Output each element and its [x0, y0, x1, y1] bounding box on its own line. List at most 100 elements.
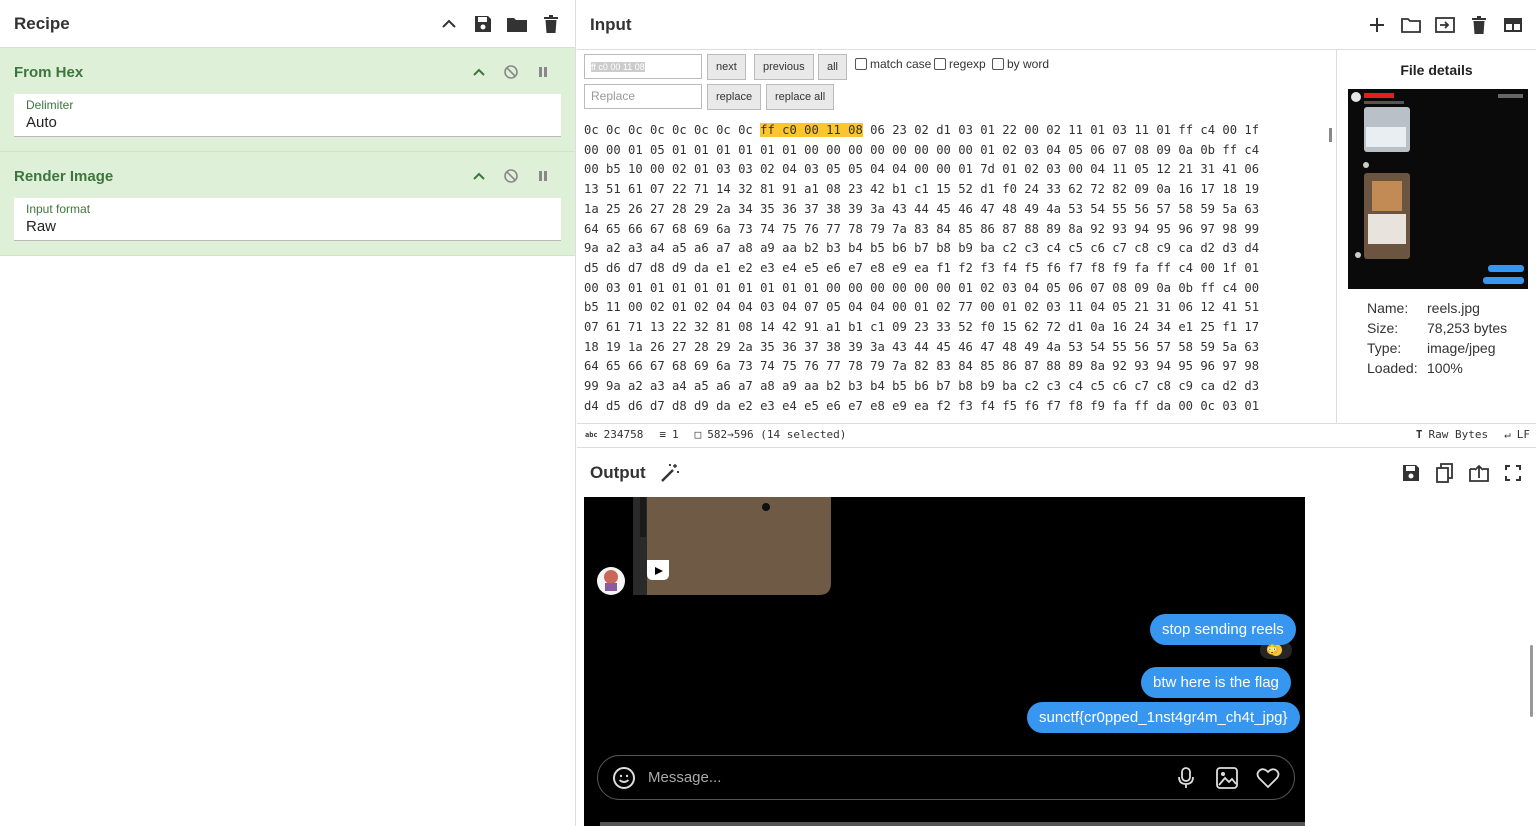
add-tab-plus-icon[interactable] — [1367, 15, 1387, 35]
cyberchef-app: Recipe From Hex Delimiter Auto Render Im… — [0, 0, 1536, 826]
input-panel: Input ff c0 00 11 08 Replace next previo… — [577, 0, 1536, 445]
selection-icon: □ — [694, 428, 702, 441]
hex-line[interactable]: 64 65 66 67 68 69 6a 73 74 75 76 77 78 7… — [584, 220, 1329, 240]
eol-selector[interactable]: LF — [1517, 428, 1530, 441]
input-format-field[interactable]: Input format Raw — [14, 198, 561, 241]
hex-line[interactable]: b5 11 00 02 01 02 04 04 03 04 07 05 04 0… — [584, 298, 1329, 318]
delimiter-label: Delimiter — [26, 98, 74, 112]
replace-input-with-output-icon[interactable] — [1469, 463, 1489, 483]
regexp-checkbox[interactable]: regexp — [934, 57, 986, 71]
file-name-row: Name: reels.jpg — [1367, 300, 1480, 316]
emoji-icon — [613, 766, 635, 789]
replace-all-button[interactable]: replace all — [766, 84, 835, 110]
hex-line[interactable]: 13 51 61 07 22 71 14 32 81 91 a1 08 23 4… — [584, 180, 1329, 200]
hex-line[interactable]: 1a 25 26 27 28 29 2a 34 35 36 37 38 39 3… — [584, 200, 1329, 220]
output-panel: Output stop sending reels btw here is th… — [577, 447, 1536, 826]
by-word-checkbox[interactable]: by word — [992, 57, 1049, 71]
operation-title: From Hex — [14, 63, 84, 81]
encoding-selector[interactable]: Raw Bytes — [1429, 428, 1489, 441]
recipe-title: Recipe — [14, 13, 70, 33]
microphone-icon — [1178, 766, 1194, 788]
lines-value: 1 — [672, 428, 679, 441]
eol-icon: ↵ — [1504, 428, 1511, 441]
length-value: 234758 — [603, 428, 644, 441]
open-folder-icon[interactable] — [1401, 15, 1421, 35]
image-icon — [1216, 766, 1238, 789]
hex-line[interactable]: d5 d6 d7 d8 d9 da e1 e2 e3 e4 e5 e6 e7 e… — [584, 259, 1329, 279]
message-composer: Message... — [597, 755, 1295, 800]
hex-line[interactable]: d4 d5 d6 d7 d8 d9 da e2 e3 e4 e5 e6 e7 e… — [584, 397, 1329, 417]
delimiter-value[interactable]: Auto — [26, 114, 549, 131]
input-title: Input — [590, 14, 632, 34]
hex-line[interactable]: 64 65 66 67 68 69 6a 73 74 75 76 77 78 7… — [584, 357, 1329, 377]
selection-value: 582→596 (14 selected) — [707, 428, 847, 441]
disable-icon[interactable] — [501, 62, 521, 82]
input-status-bar: abc 234758 ≡ 1 □ 582→596 (14 selected) T… — [577, 423, 1536, 445]
save-output-icon[interactable] — [1401, 463, 1421, 483]
next-button[interactable]: next — [707, 54, 746, 80]
hex-line[interactable]: 18 19 1a 26 27 28 29 2a 35 36 37 38 39 3… — [584, 338, 1329, 358]
rendered-image: stop sending reels btw here is the flag … — [584, 497, 1305, 826]
file-size-row: Size: 78,253 bytes — [1367, 320, 1508, 336]
heart-icon — [1256, 767, 1280, 788]
hex-line[interactable]: 07 61 71 13 22 32 81 08 14 42 91 a1 b1 c… — [584, 318, 1329, 338]
output-vertical-scrollbar[interactable] — [1530, 645, 1533, 717]
replace-button[interactable]: replace — [707, 84, 762, 110]
save-recipe-icon[interactable] — [473, 14, 493, 34]
disable-icon[interactable] — [501, 166, 521, 186]
recipe-panel: Recipe From Hex Delimiter Auto Render Im… — [0, 0, 576, 826]
search-bar: ff c0 00 11 08 Replace next previous all… — [577, 50, 1336, 116]
encoding-icon: T — [1415, 428, 1423, 441]
search-match-highlight: ff c0 00 11 08 — [760, 123, 863, 137]
hex-line[interactable]: 9a a2 a3 a4 a5 a6 a7 a8 a9 aa b2 b3 b4 b… — [584, 239, 1329, 259]
recipe-header: Recipe — [0, 0, 575, 48]
hex-line[interactable]: 00 b5 10 00 02 01 03 03 02 04 03 05 05 0… — [584, 160, 1329, 180]
layout-icon[interactable] — [1503, 15, 1523, 35]
output-title: Output — [590, 462, 646, 482]
file-loaded-row: Loaded: 100% — [1367, 360, 1463, 376]
copy-output-icon[interactable] — [1435, 462, 1455, 483]
hex-line[interactable]: 00 03 01 01 01 01 01 01 01 01 01 00 00 0… — [584, 279, 1329, 299]
input-header: Input — [577, 0, 1536, 50]
file-type-row: Type: image/jpeg — [1367, 340, 1496, 356]
chat-message-bubble: btw here is the flag — [1141, 667, 1291, 698]
chevron-up-icon[interactable] — [439, 14, 459, 34]
clear-recipe-trash-icon[interactable] — [541, 14, 561, 34]
maximise-output-icon[interactable] — [1503, 463, 1523, 483]
search-input[interactable]: ff c0 00 11 08 — [584, 54, 702, 79]
operation-from-hex[interactable]: From Hex Delimiter Auto — [0, 48, 575, 152]
file-details-title: File details — [1400, 62, 1473, 78]
chat-message-bubble: sunctf{cr0pped_1nst4gr4m_ch4t_jpg} — [1027, 702, 1300, 733]
file-details-table: Name: reels.jpg Size: 78,253 bytes Type: im… — [1367, 300, 1507, 380]
file-thumbnail — [1348, 89, 1528, 289]
hex-line[interactable]: 99 9a a2 a3 a4 a5 a6 a7 a8 a9 aa b2 b3 b… — [584, 377, 1329, 397]
reaction-emoji: 😳 — [1266, 645, 1279, 656]
replace-input[interactable]: Replace — [584, 84, 702, 109]
operation-render-image[interactable]: Render Image Input format Raw — [0, 152, 575, 256]
clear-input-trash-icon[interactable] — [1469, 15, 1489, 35]
delimiter-field[interactable]: Delimiter Auto — [14, 94, 561, 137]
hex-line[interactable]: 0c 0c 0c 0c 0c 0c 0c 0c ff c0 00 11 08 0… — [584, 121, 1329, 141]
message-placeholder: Message... — [648, 769, 722, 786]
chat-message-bubble: stop sending reels — [1150, 614, 1296, 645]
magic-wand-icon[interactable] — [660, 463, 680, 483]
input-format-label: Input format — [26, 202, 91, 216]
all-button[interactable]: all — [818, 54, 848, 80]
collapse-chevron-icon[interactable] — [469, 166, 489, 186]
output-horizontal-scrollbar[interactable] — [600, 822, 1305, 826]
input-scrollbar[interactable] — [1329, 128, 1332, 142]
match-case-checkbox[interactable]: match case — [855, 57, 931, 71]
pause-icon[interactable] — [533, 166, 553, 186]
hex-line[interactable]: 00 00 01 05 01 01 01 01 01 01 00 00 00 0… — [584, 141, 1329, 161]
collapse-chevron-icon[interactable] — [469, 62, 489, 82]
output-header: Output — [577, 448, 1536, 497]
open-file-icon[interactable] — [1435, 15, 1455, 35]
lines-icon: ≡ — [659, 428, 667, 441]
file-details-panel: File details Name: reels.jpg Size: 78,25… — [1336, 50, 1536, 423]
load-recipe-folder-icon[interactable] — [507, 14, 527, 34]
operation-title: Render Image — [14, 167, 114, 185]
hex-input-text[interactable]: 0c 0c 0c 0c 0c 0c 0c 0c ff c0 00 11 08 0… — [584, 121, 1329, 423]
previous-button[interactable]: previous — [754, 54, 814, 80]
pause-icon[interactable] — [533, 62, 553, 82]
input-format-value[interactable]: Raw — [26, 218, 549, 235]
